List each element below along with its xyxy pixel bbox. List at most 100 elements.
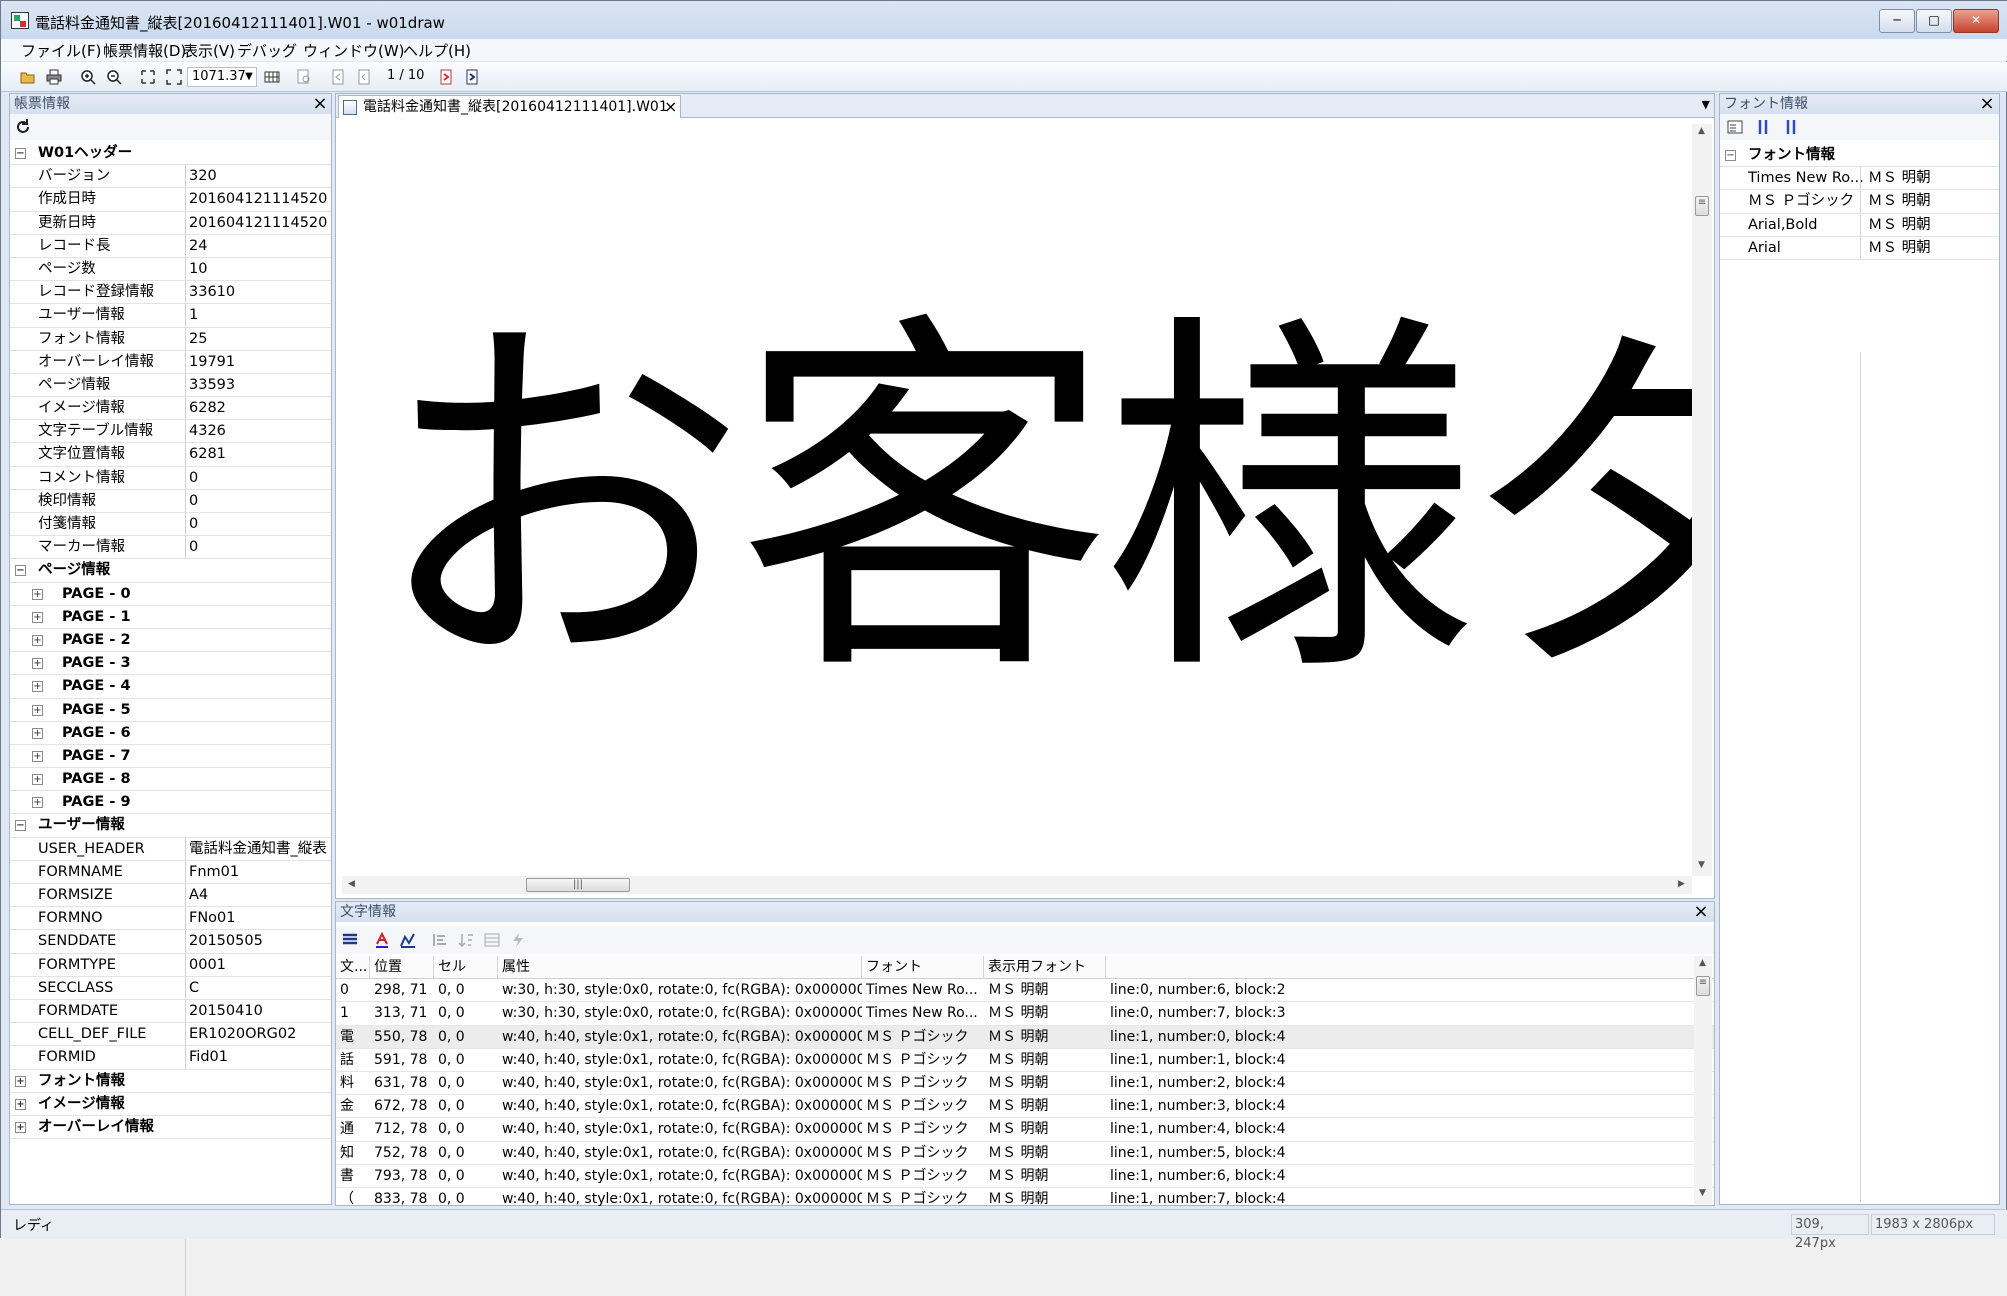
horizontal-scrollbar[interactable]: ◀ ||| ▶ bbox=[342, 876, 1692, 894]
align-icon[interactable] bbox=[432, 932, 448, 948]
expand-icon[interactable]: + bbox=[32, 797, 43, 809]
scroll-down-icon[interactable]: ▼ bbox=[1698, 860, 1705, 870]
minimize-button[interactable]: ─ bbox=[1879, 9, 1915, 33]
expand-icon[interactable]: + bbox=[32, 658, 43, 670]
chart-icon[interactable] bbox=[400, 932, 416, 948]
expand-icon[interactable]: + bbox=[32, 727, 43, 739]
column-header[interactable]: 位置 bbox=[370, 956, 434, 978]
tree-row[interactable]: 文字位置情報 6281 bbox=[10, 443, 331, 467]
vertical-scrollbar[interactable]: ▲ ≡ ▼ bbox=[1694, 956, 1712, 1204]
scroll-right-icon[interactable]: ▶ bbox=[1678, 879, 1685, 889]
first-page-button[interactable] bbox=[327, 66, 349, 88]
menu-help[interactable]: ヘルプ(H) bbox=[399, 40, 475, 61]
tree-row[interactable]: レコード長 24 bbox=[10, 234, 331, 258]
tree-row[interactable]: FORMDATE 20150410 bbox=[10, 999, 331, 1024]
tree-item-page[interactable]: + PAGE - 7 bbox=[10, 745, 331, 769]
refresh-icon[interactable] bbox=[14, 118, 32, 136]
scroll-up-icon[interactable]: ▲ bbox=[1698, 126, 1705, 136]
sort-ascending-icon[interactable] bbox=[1756, 118, 1770, 136]
zoom-out-button[interactable] bbox=[103, 66, 125, 88]
tree-row[interactable]: FORMNO FNo01 bbox=[10, 907, 331, 931]
title-bar[interactable]: 電話料金通知書_縦表[20160412111401].W01 - w01draw… bbox=[1, 1, 2007, 39]
tree-row[interactable]: マーカー情報 0 bbox=[10, 536, 331, 560]
expand-icon[interactable]: + bbox=[32, 634, 43, 646]
collapse-icon[interactable]: − bbox=[15, 148, 26, 159]
expand-icon[interactable]: + bbox=[32, 681, 43, 693]
grid-button[interactable] bbox=[261, 66, 283, 88]
tree-row[interactable]: FORMNAME Fnm01 bbox=[10, 860, 331, 884]
tree-row[interactable]: SECCLASS C bbox=[10, 976, 331, 1000]
table-row[interactable]: 0 298, 71 0, 0 w:30, h:30, style:0x0, rotat… bbox=[336, 979, 1714, 1003]
font-row[interactable]: Arial,Bold ＭＳ 明朝 bbox=[1720, 213, 1999, 237]
tree-row[interactable]: 作成日時 201604121114520 bbox=[10, 188, 331, 212]
tree-row[interactable]: ユーザー情報 1 bbox=[10, 304, 331, 328]
tree-item-page[interactable]: + PAGE - 2 bbox=[10, 629, 331, 653]
tree-row[interactable]: レコード登録情報 33610 bbox=[10, 281, 331, 305]
column-header[interactable]: 文... bbox=[336, 956, 370, 978]
document-tab[interactable]: 電話料金通知書_縦表[20160412111401].W01 × bbox=[338, 95, 681, 118]
tree-group-font-info[interactable]: − フォント情報 bbox=[1720, 144, 1999, 168]
search-button[interactable] bbox=[293, 66, 315, 88]
tree-item-page[interactable]: + PAGE - 9 bbox=[10, 791, 331, 815]
expand-icon[interactable]: + bbox=[15, 1098, 26, 1110]
tree-row[interactable]: FORMID Fid01 bbox=[10, 1046, 331, 1070]
sort-descending-icon[interactable] bbox=[1784, 118, 1798, 136]
tree-row[interactable]: 文字テーブル情報 4326 bbox=[10, 420, 331, 444]
tree-row[interactable]: バージョン 320 bbox=[10, 165, 331, 189]
properties-icon[interactable] bbox=[1726, 118, 1744, 136]
collapse-icon[interactable]: − bbox=[1725, 150, 1736, 161]
fit-page-button[interactable] bbox=[137, 66, 159, 88]
table-row[interactable]: 通 712, 78 0, 0 w:40, h:40, style:0x1, rotat… bbox=[336, 1118, 1714, 1142]
tree-row[interactable]: 更新日時 201604121114520 bbox=[10, 211, 331, 235]
sort-icon[interactable] bbox=[458, 932, 474, 948]
tree-item-page[interactable]: + PAGE - 1 bbox=[10, 606, 331, 629]
tree-group[interactable]: + フォント情報 bbox=[10, 1070, 331, 1093]
tree-row[interactable]: コメント情報 0 bbox=[10, 466, 331, 490]
column-header[interactable]: 表示用フォント bbox=[984, 956, 1106, 978]
menu-debug[interactable]: デバッグ bbox=[233, 40, 301, 61]
next-page-button[interactable] bbox=[435, 66, 457, 88]
column-header[interactable]: 属性 bbox=[498, 956, 862, 978]
collapse-icon[interactable]: − bbox=[15, 565, 26, 577]
table-row[interactable]: 料 631, 78 0, 0 w:40, h:40, style:0x1, rotat… bbox=[336, 1072, 1714, 1096]
column-header[interactable]: セル bbox=[434, 956, 498, 978]
list-view-icon[interactable] bbox=[342, 932, 358, 948]
tree-item-page[interactable]: + PAGE - 5 bbox=[10, 699, 331, 722]
tree-row[interactable]: CELL_DEF_FILE ER1020ORG02 bbox=[10, 1023, 331, 1047]
font-row[interactable]: Times New Ro... ＭＳ 明朝 bbox=[1720, 167, 1999, 191]
tree-item-page[interactable]: + PAGE - 0 bbox=[10, 583, 331, 606]
scroll-down-icon[interactable]: ▼ bbox=[1699, 1188, 1706, 1198]
expand-icon[interactable]: + bbox=[32, 611, 43, 623]
tree-row[interactable]: オーバーレイ情報 19791 bbox=[10, 350, 331, 374]
tree-row[interactable]: ページ情報 33593 bbox=[10, 373, 331, 398]
tree-item-page[interactable]: + PAGE - 3 bbox=[10, 652, 331, 676]
close-window-button[interactable]: ✕ bbox=[1953, 9, 1999, 33]
expand-icon[interactable]: + bbox=[32, 704, 43, 716]
scroll-up-icon[interactable]: ▲ bbox=[1699, 958, 1706, 968]
font-row[interactable]: ＭＳ Ｐゴシック ＭＳ 明朝 bbox=[1720, 190, 1999, 214]
tree-group[interactable]: + イメージ情報 bbox=[10, 1093, 331, 1116]
tree-row[interactable]: フォント情報 25 bbox=[10, 327, 331, 351]
tree-item-page[interactable]: + PAGE - 6 bbox=[10, 722, 331, 745]
last-page-button[interactable] bbox=[461, 66, 483, 88]
table-row[interactable]: 電 550, 78 0, 0 w:40, h:40, style:0x1, rotat… bbox=[336, 1025, 1714, 1049]
scroll-thumb[interactable]: ≡ bbox=[1695, 196, 1709, 216]
expand-icon[interactable]: + bbox=[15, 1075, 26, 1087]
table-row[interactable]: 話 591, 78 0, 0 w:40, h:40, style:0x1, rotat… bbox=[336, 1049, 1714, 1072]
table-row[interactable]: 金 672, 78 0, 0 w:40, h:40, style:0x1, rotat… bbox=[336, 1095, 1714, 1119]
tree-group-user-info[interactable]: − ユーザー情報 bbox=[10, 814, 331, 838]
tree-item-page[interactable]: + PAGE - 8 bbox=[10, 768, 331, 792]
table-row[interactable]: 1 313, 71 0, 0 w:30, h:30, style:0x0, rotat… bbox=[336, 1002, 1714, 1026]
tree-row[interactable]: 付箋情報 0 bbox=[10, 513, 331, 537]
tree-row[interactable]: SENDDATE 20150505 bbox=[10, 930, 331, 954]
menu-file[interactable]: ファイル(F) bbox=[17, 40, 105, 61]
table-icon[interactable] bbox=[484, 932, 500, 948]
tree-row[interactable]: FORMSIZE A4 bbox=[10, 884, 331, 908]
tree-row[interactable]: USER_HEADER 電話料金通知書_縦表 bbox=[10, 837, 331, 861]
table-row[interactable]: （ 833, 78 0, 0 w:40, h:40, style:0x1, rotat… bbox=[336, 1188, 1714, 1212]
scroll-thumb[interactable]: ||| bbox=[526, 878, 630, 892]
font-row[interactable]: Arial ＭＳ 明朝 bbox=[1720, 236, 1999, 260]
prev-page-button[interactable] bbox=[353, 66, 375, 88]
column-header[interactable]: フォント bbox=[862, 956, 984, 978]
collapse-icon[interactable]: − bbox=[15, 820, 26, 832]
